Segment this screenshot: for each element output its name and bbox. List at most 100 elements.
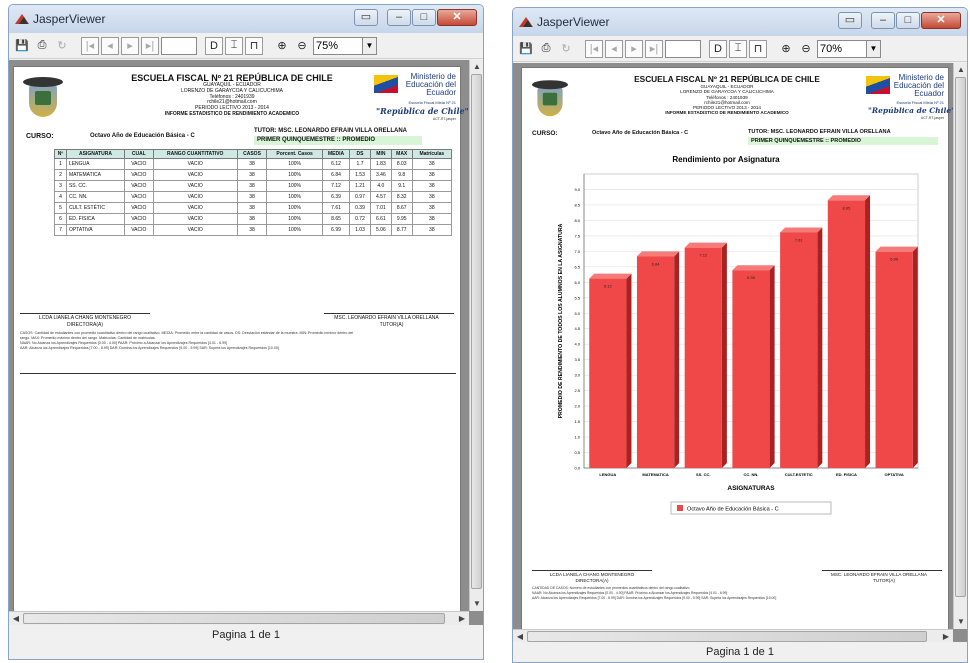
footer-rule (20, 373, 456, 374)
save-icon[interactable]: 💾 (517, 40, 535, 58)
print-icon[interactable]: ⎙ (33, 37, 51, 55)
table-cell: 8.32 (390, 191, 413, 203)
table-cell: 38 (411, 158, 453, 170)
table-cell: VACIO (152, 224, 238, 236)
maximize-button[interactable]: □ (896, 12, 920, 29)
first-page-icon[interactable]: |◂ (81, 36, 99, 55)
fit-width-icon[interactable]: ⊓ (749, 39, 767, 58)
toolbar: 💾 ⎙ ↻ |◂ ◂ ▸ ▸| D ⌶ ⊓ ⊕ ⊖ 75% ▼ (9, 33, 483, 59)
zoom-input[interactable]: 75% (313, 36, 363, 55)
bar (827, 200, 866, 468)
table-cell: VACIO (152, 202, 238, 214)
restore-icon[interactable]: ▭ (354, 9, 378, 26)
y-tick-label: 2.0 (574, 404, 580, 409)
fit-width-icon[interactable]: ⊓ (245, 36, 263, 55)
table-cell: 38 (236, 180, 268, 192)
zoom-input[interactable]: 70% (817, 39, 867, 58)
scroll-down-icon[interactable]: ▼ (470, 597, 483, 611)
page-number-input[interactable] (665, 39, 701, 58)
table-cell: 2 (54, 169, 67, 181)
report-code: ACT-RT-jasper (432, 117, 456, 121)
fit-page-icon[interactable]: ⌶ (729, 39, 747, 58)
minimize-button[interactable]: – (871, 12, 895, 29)
table-cell: 3.46 (369, 169, 392, 181)
previous-page-icon[interactable]: ◂ (101, 36, 119, 55)
table-cell: 100% (266, 202, 324, 214)
horizontal-scrollbar[interactable]: ◀ ▶ (513, 629, 953, 643)
page-number-input[interactable] (161, 36, 197, 55)
restore-icon[interactable]: ▭ (838, 12, 862, 29)
legend-notes: CASOS: Cantidad de estudiantes con prome… (20, 331, 354, 350)
scroll-left-icon[interactable]: ◀ (9, 612, 23, 625)
bar (636, 256, 675, 468)
vertical-scrollbar[interactable]: ▲ ▼ (953, 63, 967, 629)
table-row: 5 CULT. ESTÉTIC VACIO VACIO 38 100% 7.61 0.39 7.… (54, 202, 453, 214)
zoom-out-icon[interactable]: ⊖ (293, 37, 311, 55)
chevron-down-icon[interactable]: ▼ (867, 39, 881, 58)
actual-size-icon[interactable]: D (205, 36, 223, 55)
data-label: 8.65 (843, 205, 852, 210)
maximize-button[interactable]: □ (412, 9, 436, 26)
curso-value: Octavo Año de Educación Básica - C (592, 130, 689, 136)
close-button[interactable]: ✕ (921, 12, 961, 29)
y-tick-label: 4.5 (574, 326, 580, 331)
scroll-thumb[interactable] (955, 77, 966, 597)
table-cell: 9.95 (390, 213, 413, 225)
title-bar[interactable]: JasperViewer ▭ – □ ✕ (9, 5, 483, 33)
data-label: 6.99 (890, 257, 899, 262)
print-icon[interactable]: ⎙ (537, 40, 555, 58)
scroll-thumb-h[interactable] (23, 613, 445, 624)
reload-icon[interactable]: ↻ (557, 40, 575, 58)
next-page-icon[interactable]: ▸ (625, 39, 643, 58)
previous-page-icon[interactable]: ◂ (605, 39, 623, 58)
jasper-logo-icon (15, 14, 29, 24)
scroll-down-icon[interactable]: ▼ (954, 615, 967, 629)
actual-size-icon[interactable]: D (709, 39, 727, 58)
zoom-in-icon[interactable]: ⊕ (273, 37, 291, 55)
y-tick-label: 3.0 (574, 373, 580, 378)
table-cell: 1 (54, 158, 67, 170)
close-button[interactable]: ✕ (437, 9, 477, 26)
title-bar[interactable]: JasperViewer ▭ – □ ✕ (513, 8, 967, 36)
scroll-right-icon[interactable]: ▶ (455, 612, 469, 625)
reload-icon[interactable]: ↻ (53, 37, 71, 55)
bar-side (817, 227, 823, 468)
jasper-window-left: JasperViewer ▭ – □ ✕ 💾 ⎙ ↻ |◂ ◂ ▸ ▸| D ⌶… (8, 4, 484, 660)
grades-table: Nº ASIGNATURA CUAL RANGO CUANTITATIVO CASOS P… (54, 149, 453, 236)
table-cell: MATEMATICA (65, 169, 126, 181)
bar-top (875, 246, 918, 252)
chevron-down-icon[interactable]: ▼ (363, 36, 377, 55)
table-cell: 9.8 (390, 169, 413, 181)
last-page-icon[interactable]: ▸| (141, 36, 159, 55)
zoom-out-icon[interactable]: ⊖ (797, 40, 815, 58)
x-tick-label: MATEMATICA (642, 472, 668, 477)
table-cell: 7.01 (369, 202, 392, 214)
zoom-in-icon[interactable]: ⊕ (777, 40, 795, 58)
curso-value: Octavo Año de Educación Básica - C (90, 133, 195, 139)
bar-side (865, 195, 871, 468)
minimize-button[interactable]: – (387, 9, 411, 26)
signature-line-right (822, 570, 942, 571)
bar-side (721, 242, 727, 468)
last-page-icon[interactable]: ▸| (645, 39, 663, 58)
x-tick-label: OPTATIVA (884, 472, 903, 477)
scroll-up-icon[interactable]: ▲ (470, 60, 483, 74)
table-cell: 0.39 (349, 202, 371, 214)
bar-top (827, 195, 871, 201)
horizontal-scrollbar[interactable]: ◀ ▶ (9, 611, 469, 625)
period-banner: PRIMER QUINQUEMESTRE :: PROMEDIO (254, 136, 422, 145)
fit-page-icon[interactable]: ⌶ (225, 36, 243, 55)
scroll-thumb[interactable] (471, 74, 482, 589)
table-cell: 6 (54, 213, 67, 225)
next-page-icon[interactable]: ▸ (121, 36, 139, 55)
scroll-up-icon[interactable]: ▲ (954, 63, 967, 77)
signature-left-name: LCDA LIANELA CHANG MONTENEGRO (549, 572, 635, 577)
vertical-scrollbar[interactable]: ▲ ▼ (469, 60, 483, 611)
scroll-thumb-h[interactable] (527, 631, 927, 642)
signature-left-name: LCDA LIANELA CHANG MONTENEGRO (39, 315, 131, 321)
x-tick-label: CC. NN. (744, 472, 759, 477)
save-icon[interactable]: 💾 (13, 37, 31, 55)
table-cell: 7.61 (322, 202, 351, 214)
bar-top (589, 273, 632, 279)
first-page-icon[interactable]: |◂ (585, 39, 603, 58)
